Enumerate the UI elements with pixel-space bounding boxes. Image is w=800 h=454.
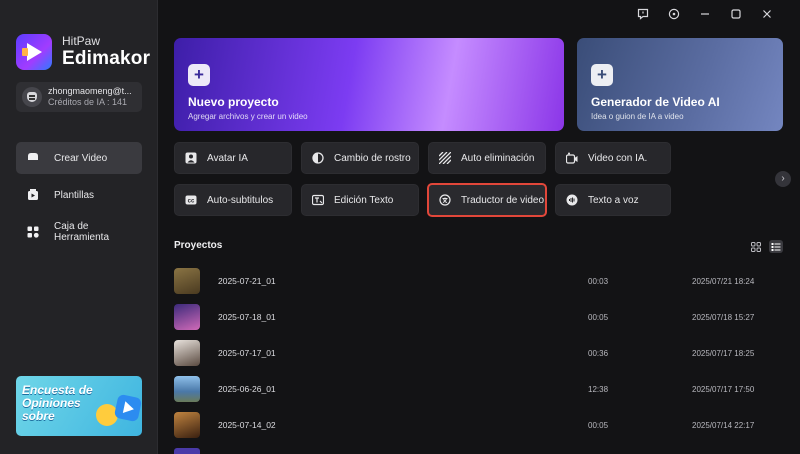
table-row[interactable]: 2025-07-14_02 00:05 2025/07/14 22:17: [174, 411, 786, 439]
project-duration: 12:38: [588, 384, 609, 394]
tool-auto-subtitulos[interactable]: cc Auto-subtitulos: [174, 184, 292, 216]
settings-icon[interactable]: [658, 6, 689, 22]
project-thumbnail: [174, 412, 200, 438]
project-thumbnail: [174, 268, 200, 294]
toolbox-icon: [26, 225, 40, 239]
brand-sub: HitPaw: [62, 34, 101, 48]
project-duration: 00:36: [588, 348, 609, 358]
table-row[interactable]: 2025-06-26_01 12:38 2025/07/17 17:50: [174, 375, 786, 403]
plus-icon: +: [591, 64, 613, 86]
user-account[interactable]: zhongmaomeng@t... Créditos de IA : 141: [16, 82, 142, 112]
tool-label: Traductor de video: [461, 194, 545, 206]
project-name: 2025-07-14_02: [218, 420, 276, 430]
window-controls: [627, 6, 782, 22]
project-name: 2025-07-17_01: [218, 348, 276, 358]
tool-label: Auto eliminación: [461, 152, 535, 164]
project-duration: 00:05: [588, 420, 609, 430]
new-project-subtitle: Agregar archivos y crear un video: [188, 112, 308, 121]
survey-promo-banner[interactable]: Encuesta de Opiniones sobre: [16, 376, 142, 436]
tool-label: Texto a voz: [588, 194, 639, 206]
project-thumbnail: [174, 304, 200, 330]
tool-label: Auto-subtitulos: [207, 194, 274, 206]
text-to-speech-icon: [566, 194, 578, 206]
tool-label: Edición Texto: [334, 194, 394, 206]
tool-video-con-ia[interactable]: Video con IA.: [555, 142, 671, 174]
project-name: 2025-07-21_01: [218, 276, 276, 286]
edimakor-logo-icon: [16, 34, 52, 70]
new-project-title: Nuevo proyecto: [188, 95, 279, 109]
auto-remove-icon: [438, 151, 452, 165]
project-name: 2025-07-18_01: [218, 312, 276, 322]
project-thumbnail: [174, 376, 200, 402]
subtitles-icon: cc: [185, 194, 197, 206]
promo-text: Encuesta de Opiniones sobre: [22, 383, 93, 423]
table-row[interactable]: 2025-07-17_01 00:36 2025/07/17 18:25: [174, 339, 786, 367]
project-date: 2025/07/21 18:24: [692, 276, 755, 286]
template-icon: [26, 188, 40, 202]
ai-video-generator-title: Generador de Video AI: [591, 95, 720, 109]
table-row[interactable]: 2025-07-21_01 00:03 2025/07/21 18:24: [174, 267, 786, 295]
brand-main: Edimakor: [62, 48, 151, 69]
avatar: [22, 87, 42, 107]
projects-heading: Proyectos: [174, 240, 223, 251]
project-date: 2025/07/17 18:25: [692, 348, 755, 358]
brand: HitPaw Edimakor: [16, 34, 150, 70]
project-thumbnail: [174, 340, 200, 366]
ai-video-generator-subtitle: Idea o guion de IA a video: [591, 112, 684, 121]
translate-icon: [439, 194, 451, 206]
tool-avatar-ia[interactable]: Avatar IA: [174, 142, 292, 174]
video-create-icon: [26, 151, 40, 165]
tool-auto-eliminacion[interactable]: Auto eliminación: [428, 142, 546, 174]
svg-text:cc: cc: [188, 199, 195, 205]
feedback-icon[interactable]: [627, 6, 658, 22]
ai-video-generator-card[interactable]: + Generador de Video AI Idea o guion de …: [577, 38, 783, 131]
ai-credits: Créditos de IA : 141: [48, 97, 128, 107]
sidebar-nav: Crear Video Plantillas Caja de Herramien…: [16, 142, 142, 253]
project-thumbnail-partial: [174, 448, 200, 454]
view-toggle: [749, 240, 783, 253]
project-date: 2025/07/18 15:27: [692, 312, 755, 322]
user-name: zhongmaomeng@t...: [48, 86, 132, 96]
list-view-icon[interactable]: [769, 240, 783, 253]
plus-icon: +: [188, 64, 210, 86]
ai-video-icon: [565, 152, 578, 164]
chevron-right-icon[interactable]: ›: [775, 171, 791, 187]
maximize-icon[interactable]: [720, 6, 751, 22]
sidebar-item-label: Plantillas: [54, 189, 95, 201]
close-icon[interactable]: [751, 6, 782, 22]
project-name: 2025-06-26_01: [218, 384, 276, 394]
project-date: 2025/07/17 17:50: [692, 384, 755, 394]
sidebar: HitPaw Edimakor zhongmaomeng@t... Crédit…: [0, 0, 158, 454]
face-swap-icon: [312, 152, 324, 164]
sidebar-item-caja-herramienta[interactable]: Caja de Herramienta: [16, 216, 142, 248]
minimize-icon[interactable]: [689, 6, 720, 22]
tool-texto-a-voz[interactable]: Texto a voz: [555, 184, 671, 216]
tool-traductor-video[interactable]: Traductor de video: [427, 183, 547, 217]
text-edit-icon: [311, 194, 325, 206]
tool-label: Cambio de rostro: [334, 152, 411, 164]
sidebar-item-plantillas[interactable]: Plantillas: [16, 179, 142, 211]
sidebar-item-crear-video[interactable]: Crear Video: [16, 142, 142, 174]
tool-edicion-texto[interactable]: Edición Texto: [301, 184, 419, 216]
project-date: 2025/07/14 22:17: [692, 420, 755, 430]
grid-view-icon[interactable]: [749, 240, 763, 253]
sidebar-item-label: Crear Video: [54, 152, 108, 164]
project-duration: 00:03: [588, 276, 609, 286]
project-duration: 00:05: [588, 312, 609, 322]
play-badge-icon: [113, 393, 142, 423]
new-project-card[interactable]: + Nuevo proyecto Agregar archivos y crea…: [174, 38, 564, 131]
tool-label: Video con IA.: [588, 152, 648, 164]
tool-label: Avatar IA: [207, 152, 248, 164]
avatar-icon: [185, 152, 197, 164]
sidebar-item-label: Caja de Herramienta: [54, 221, 110, 243]
table-row[interactable]: 2025-07-18_01 00:05 2025/07/18 15:27: [174, 303, 786, 331]
tool-cambio-rostro[interactable]: Cambio de rostro: [301, 142, 419, 174]
